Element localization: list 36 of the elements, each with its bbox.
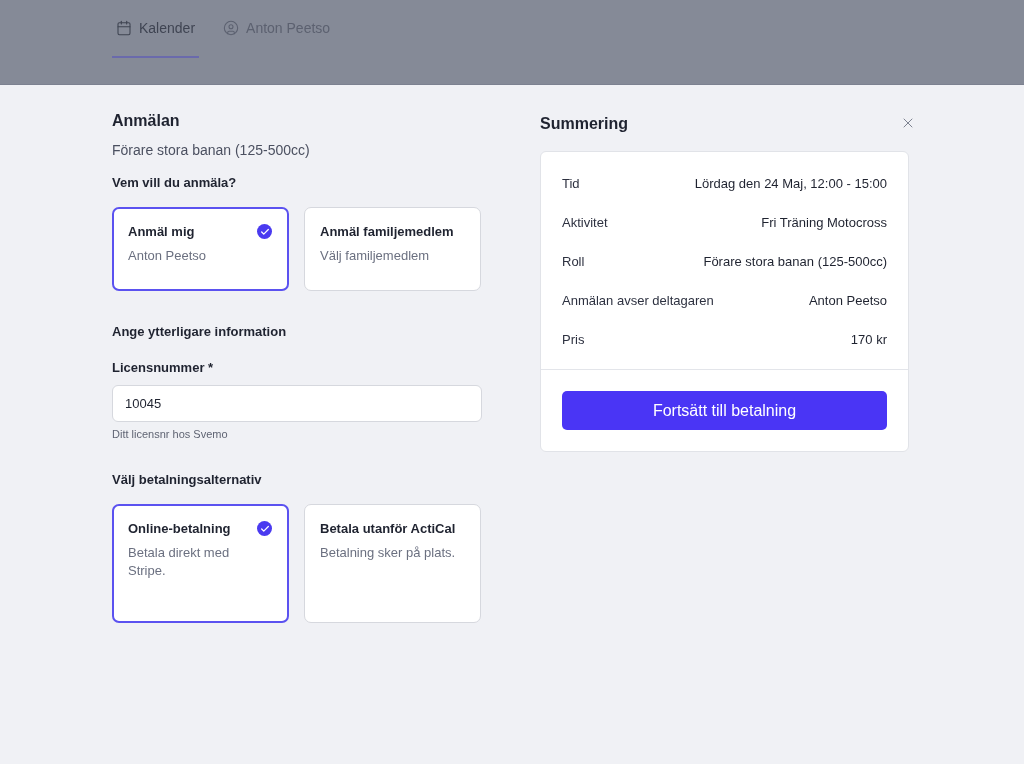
- option-card[interactable]: Anmäl familjemedlem Välj familjemedlem: [304, 207, 481, 291]
- option-description: Anton Peetso: [128, 247, 207, 265]
- summary-label: Roll: [562, 254, 585, 269]
- option-card[interactable]: Online-betalning Betala direkt med Stripe.: [112, 504, 289, 623]
- section-heading: Ange ytterligare information: [112, 324, 288, 339]
- summary-value: 170 kr: [850, 332, 887, 347]
- option-title: Anmäl mig: [128, 223, 195, 241]
- user-icon: [223, 20, 240, 36]
- summary-label: Aktivitet: [562, 215, 608, 230]
- summary-value: Lördag den 24 Maj, 12:00 - 15:00: [694, 176, 887, 191]
- option-title: Betala utanför ActiCal: [320, 520, 456, 538]
- field-hint: Ditt licensnr hos Svemo: [112, 428, 229, 440]
- option-title: Anmäl familjemedlem: [320, 223, 454, 241]
- summary-label: Anmälan avser deltagaren: [562, 293, 714, 308]
- summary-label: Tid: [562, 176, 580, 191]
- section-heading: Vem vill du anmäla?: [112, 175, 238, 190]
- option-description: Betalning sker på plats.: [320, 544, 456, 562]
- option-card[interactable]: Betala utanför ActiCal Betalning sker på plats.: [304, 504, 481, 623]
- form-subtitle: Förare stora banan (125-500cc): [112, 142, 311, 158]
- field-label: Licensnummer *: [112, 360, 215, 375]
- summary-value: Fri Träning Motocross: [761, 215, 887, 230]
- payment-button[interactable]: Fortsätt till betalning: [562, 391, 887, 430]
- summary-label: Pris: [562, 332, 585, 347]
- option-title: Online-betalning: [128, 520, 231, 538]
- license-input-field[interactable]: 10045: [112, 385, 482, 422]
- option-description: Välj familjemedlem: [320, 247, 430, 265]
- check-icon: [257, 521, 272, 536]
- option-card[interactable]: Anmäl mig Anton Peetso: [112, 207, 289, 291]
- check-icon: [257, 224, 272, 239]
- summary-value: Anton Peetso: [808, 293, 887, 308]
- form-title: Anmälan: [112, 112, 181, 130]
- summary-value: Förare stora banan (125-500cc): [703, 254, 887, 269]
- summary-title: Summering: [540, 115, 628, 133]
- section-heading: Välj betalningsalternativ: [112, 472, 263, 487]
- calendar-icon: [116, 20, 132, 36]
- option-description: Betala direkt med Stripe.: [128, 544, 231, 580]
